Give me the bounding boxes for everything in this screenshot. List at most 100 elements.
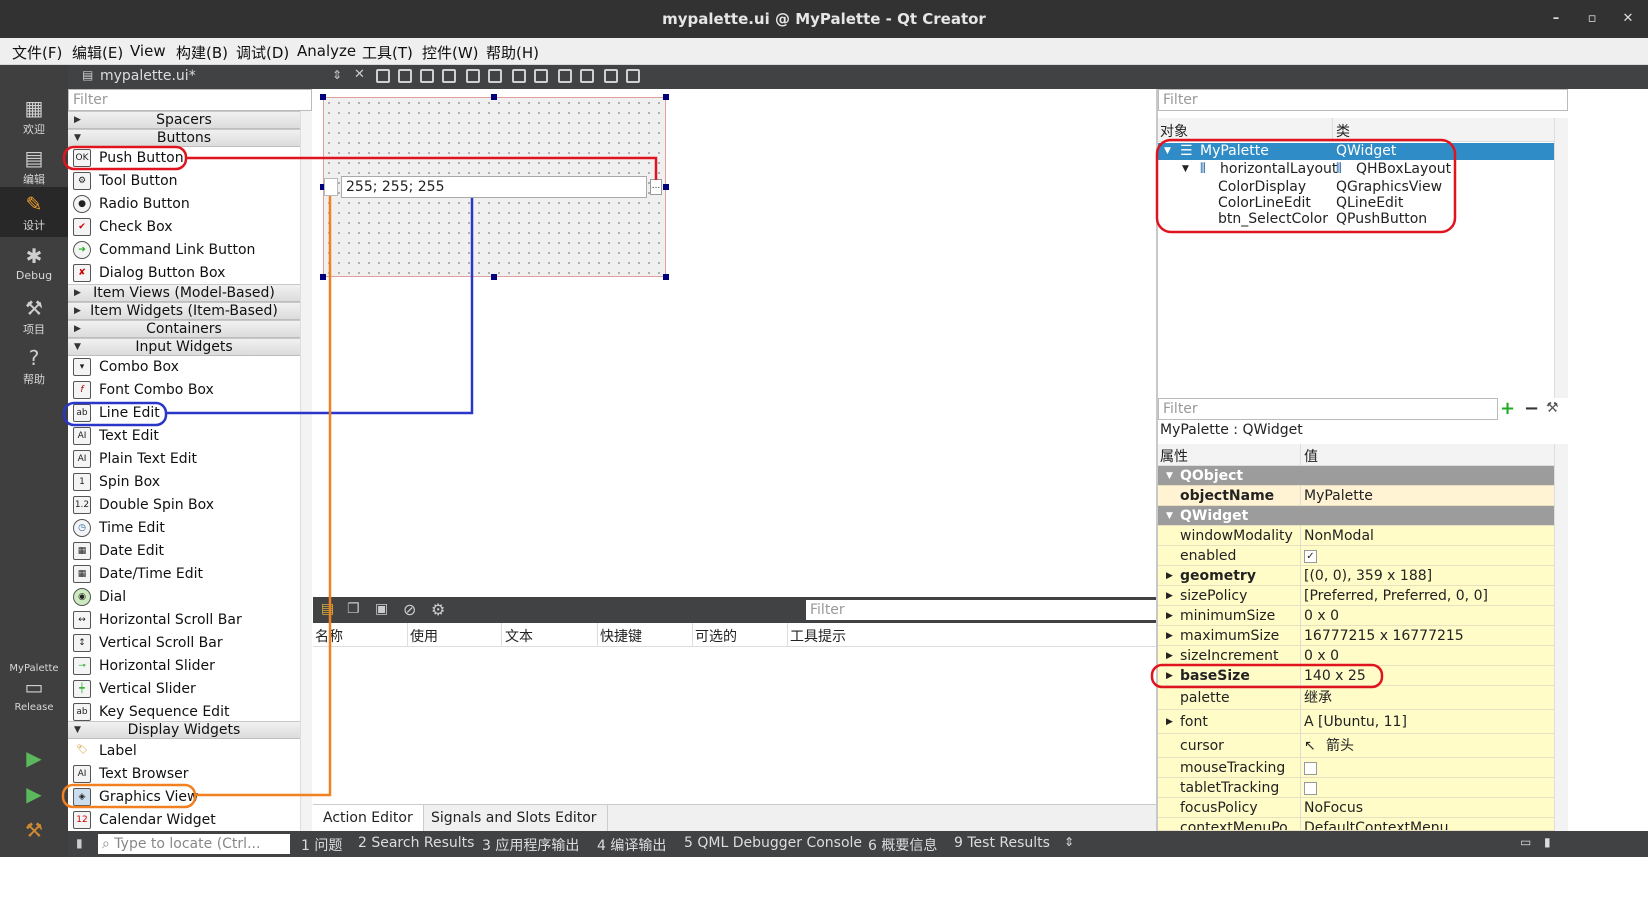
widget-spin-box[interactable]: 1 Spin Box <box>68 471 300 493</box>
pane-more-icon[interactable]: ⇕ <box>1064 835 1074 849</box>
widget-radio-button[interactable]: ● Radio Button <box>68 193 300 215</box>
mode-projects[interactable]: ⚒ 项目 <box>0 295 68 341</box>
widget-calendar[interactable]: 12 Calendar Widget <box>68 809 300 831</box>
tree-row-btn-selectcolor[interactable]: btn_SelectColor QPushButton <box>1158 211 1554 228</box>
pane-issues[interactable]: 1 问题 <box>301 835 342 855</box>
widgetbox-scrollbar[interactable] <box>300 111 312 831</box>
grid-layout-icon[interactable] <box>580 69 594 83</box>
prop-maximumsize[interactable]: ▶ maximumSize 16777215 x 16777215 <box>1158 626 1554 646</box>
mode-welcome[interactable]: ▦ 欢迎 <box>0 95 68 141</box>
widget-label-item[interactable]: 🏷 Label <box>68 740 300 762</box>
mode-edit[interactable]: ▤ 编辑 <box>0 145 68 191</box>
column-header[interactable]: 文本 <box>505 626 533 646</box>
color-display-view[interactable] <box>324 178 338 196</box>
widget-text-browser[interactable]: AI Text Browser <box>68 763 300 785</box>
menu-build[interactable]: 构建(B) <box>176 42 228 63</box>
widget-push-button[interactable]: OK Push Button <box>68 147 300 169</box>
column-header[interactable]: 使用 <box>410 626 438 646</box>
mode-debug[interactable]: ✱ Debug <box>0 243 68 289</box>
new-action-icon[interactable]: ▤ <box>321 601 334 617</box>
pane-compile-output[interactable]: 4 编译输出 <box>597 835 666 855</box>
resize-handle[interactable] <box>491 94 497 100</box>
resize-handle[interactable] <box>320 274 326 280</box>
menu-file[interactable]: 文件(F) <box>12 42 62 63</box>
resize-handle[interactable] <box>663 274 669 280</box>
prop-tablettracking[interactable]: tabletTracking <box>1158 778 1554 798</box>
menu-widgets[interactable]: 控件(W) <box>422 42 479 63</box>
layout-horizontal-icon[interactable] <box>466 69 480 83</box>
category-input-widgets[interactable]: ▼ Input Widgets <box>68 338 300 356</box>
adjust-size-icon[interactable] <box>626 69 640 83</box>
break-layout-icon[interactable] <box>604 69 618 83</box>
tree-row-colorlineedit[interactable]: ColorLineEdit QLineEdit <box>1158 195 1554 212</box>
progress-toggle-icon[interactable]: ▭ <box>1520 835 1531 849</box>
prop-font[interactable]: ▶ font A [Ubuntu, 11] <box>1158 710 1554 734</box>
column-header[interactable]: 值 <box>1304 446 1318 466</box>
prop-palette[interactable]: palette 继承 <box>1158 686 1554 710</box>
section-qwidget[interactable]: ▼ QWidget <box>1158 506 1554 526</box>
category-item-widgets[interactable]: ▶ Item Widgets (Item-Based) <box>68 302 300 320</box>
maximize-button[interactable]: ▫ <box>1574 0 1610 38</box>
widget-text-edit[interactable]: AI Text Edit <box>68 425 300 447</box>
tab-action-editor[interactable]: Action Editor <box>313 805 424 832</box>
column-header[interactable]: 类 <box>1336 121 1350 141</box>
property-value[interactable]: [(0, 0), 359 x 188] <box>1304 566 1432 586</box>
property-scrollbar[interactable] <box>1554 444 1568 831</box>
widget-time-edit[interactable]: ◷ Time Edit <box>68 517 300 539</box>
file-tab[interactable]: mypalette.ui* <box>100 68 196 84</box>
widget-dialog-button-box[interactable]: ✘ Dialog Button Box <box>68 262 300 284</box>
widget-vertical-slider[interactable]: ┿ Vertical Slider <box>68 678 300 700</box>
splitter-horizontal-icon[interactable] <box>512 69 526 83</box>
enabled-checkbox[interactable]: ✓ <box>1304 549 1317 563</box>
column-header[interactable]: 可选的 <box>695 626 737 646</box>
column-header[interactable]: 名称 <box>315 626 343 646</box>
tree-row-mypalette[interactable]: ▼ ☰ MyPalette QWidget <box>1158 143 1554 160</box>
column-header[interactable]: 属性 <box>1160 446 1188 466</box>
widget-date-edit[interactable]: ▦ Date Edit <box>68 540 300 562</box>
property-value[interactable]: 0 x 0 <box>1304 606 1339 626</box>
pane-test-results[interactable]: 9 Test Results <box>954 835 1050 851</box>
resize-handle[interactable] <box>663 94 669 100</box>
splitter-vertical-icon[interactable] <box>534 69 548 83</box>
prop-mousetracking[interactable]: mouseTracking <box>1158 758 1554 778</box>
menu-debug[interactable]: 调试(D) <box>236 42 289 63</box>
build-button[interactable]: ⚒ <box>0 817 68 847</box>
object-filter-input[interactable]: Filter <box>1158 89 1568 111</box>
prop-geometry[interactable]: ▶ geometry [(0, 0), 359 x 188] <box>1158 566 1554 586</box>
tree-row-horizontallayout[interactable]: ▼ ⫴ horizontalLayout ⫴ QHBoxLayout <box>1158 161 1554 178</box>
delete-icon[interactable]: ⊘ <box>403 600 416 619</box>
category-item-views[interactable]: ▶ Item Views (Model-Based) <box>68 284 300 302</box>
prop-sizeincrement[interactable]: ▶ sizeIncrement 0 x 0 <box>1158 646 1554 666</box>
widget-font-combo-box[interactable]: f Font Combo Box <box>68 379 300 401</box>
add-property-icon[interactable]: + <box>1500 398 1515 419</box>
close-button[interactable]: ✕ <box>1610 0 1646 38</box>
action-filter-input[interactable]: Filter <box>806 600 1156 620</box>
menu-help[interactable]: 帮助(H) <box>486 42 539 63</box>
property-value[interactable]: [Preferred, Preferred, 0, 0] <box>1304 586 1488 606</box>
widget-key-sequence-edit[interactable]: ab Key Sequence Edit <box>68 701 300 723</box>
run-button[interactable]: ▶ <box>0 745 68 775</box>
property-value[interactable]: 140 x 25 <box>1304 666 1366 686</box>
kit-selector[interactable]: MyPalette ▭ Release <box>0 661 68 721</box>
prop-enabled[interactable]: enabled ✓ <box>1158 546 1554 566</box>
widget-vertical-scroll-bar[interactable]: ↕ Vertical Scroll Bar <box>68 632 300 654</box>
widget-graphics-view[interactable]: ◈ Graphics View <box>68 786 300 808</box>
pane-search-results[interactable]: 2 Search Results <box>358 835 474 851</box>
resize-handle[interactable] <box>320 94 326 100</box>
locator-input[interactable]: ⌕ Type to locate (Ctrl... <box>98 834 290 854</box>
property-value[interactable]: NoFocus <box>1304 798 1363 818</box>
menu-analyze[interactable]: Analyze <box>297 42 356 60</box>
wrench-icon[interactable]: ⚒ <box>1546 400 1559 416</box>
menu-view[interactable]: View <box>130 42 166 60</box>
column-header[interactable]: 快捷键 <box>600 626 642 646</box>
widgetbox-filter-input[interactable]: Filter <box>68 89 312 111</box>
object-tree-scrollbar[interactable] <box>1554 118 1568 398</box>
category-display-widgets[interactable]: ▼ Display Widgets <box>68 721 300 739</box>
property-value[interactable]: NonModal <box>1304 526 1374 546</box>
remove-property-icon[interactable]: − <box>1524 398 1539 419</box>
form-layout-icon[interactable] <box>558 69 572 83</box>
pane-app-output[interactable]: 3 应用程序输出 <box>482 835 579 855</box>
widget-line-edit[interactable]: ab Line Edit <box>68 402 300 424</box>
prop-sizepolicy[interactable]: ▶ sizePolicy [Preferred, Preferred, 0, 0] <box>1158 586 1554 606</box>
widget-double-spin-box[interactable]: 1.2 Double Spin Box <box>68 494 300 516</box>
